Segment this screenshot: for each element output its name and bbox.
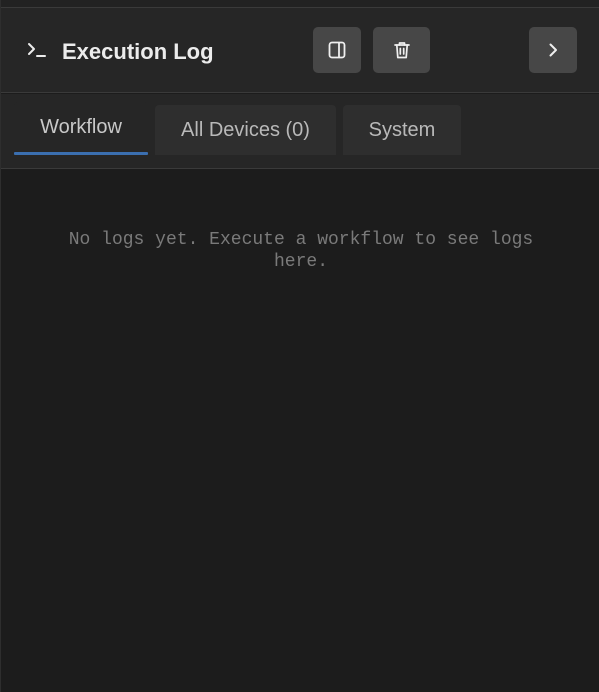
log-tabs: Workflow All Devices (0) System <box>1 94 599 169</box>
tab-all-devices[interactable]: All Devices (0) <box>155 105 336 155</box>
active-tab-indicator <box>14 152 148 155</box>
terminal-icon <box>25 38 49 62</box>
log-output-area[interactable]: No logs yet. Execute a workflow to see l… <box>1 170 599 692</box>
panel-header: Execution Log <box>1 8 599 93</box>
panel-title: Execution Log <box>62 39 214 64</box>
sidebar-toggle-icon <box>327 40 347 60</box>
trash-icon <box>392 40 412 60</box>
tab-workflow[interactable]: Workflow <box>14 102 148 152</box>
top-strip <box>1 0 599 8</box>
chevron-right-icon <box>544 41 562 59</box>
tab-system[interactable]: System <box>343 105 461 155</box>
execution-log-panel: Execution Log Workflow All Devices (0) S… <box>0 0 599 692</box>
collapse-panel-button[interactable] <box>529 27 577 73</box>
empty-logs-message: No logs yet. Execute a workflow to see l… <box>68 230 534 272</box>
toggle-panel-button[interactable] <box>313 27 361 73</box>
clear-logs-button[interactable] <box>373 27 430 73</box>
